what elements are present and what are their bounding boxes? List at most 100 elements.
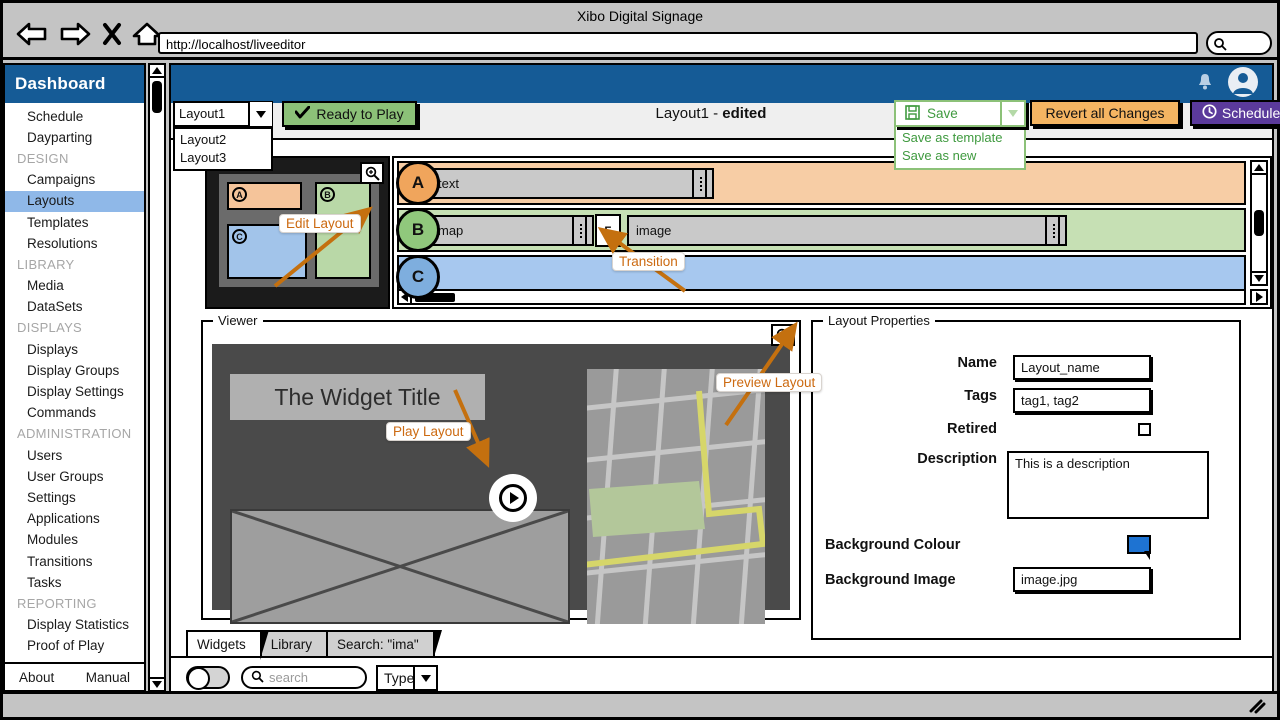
sidebar-item-datasets[interactable]: DataSets <box>5 297 144 318</box>
description-textarea[interactable]: This is a description <box>1007 451 1209 519</box>
layout-option[interactable]: Layout2 <box>175 131 271 149</box>
revert-all-changes-button[interactable]: Revert all Changes <box>1030 100 1180 126</box>
tab-widgets[interactable]: Widgets <box>186 630 262 656</box>
sidebar-item-tasks[interactable]: Tasks <box>5 572 144 593</box>
sidebar-item-templates[interactable]: Templates <box>5 212 144 233</box>
save-button[interactable]: Save <box>894 100 1026 127</box>
sidebar-item-modules[interactable]: Modules <box>5 530 144 551</box>
zoom-in-icon[interactable] <box>360 162 384 184</box>
tab-label: Widgets <box>197 637 246 652</box>
name-input[interactable]: Layout_name <box>1013 355 1151 380</box>
layout-properties-legend: Layout Properties <box>823 313 935 328</box>
user-avatar-icon[interactable] <box>1226 65 1260 104</box>
retired-checkbox[interactable] <box>1138 423 1151 436</box>
sidebar-item-display-settings[interactable]: Display Settings <box>5 381 144 402</box>
scroll-up-arrow-icon[interactable] <box>150 65 164 78</box>
browser-search-box[interactable] <box>1206 31 1272 55</box>
sidebar-item-display-groups[interactable]: Display Groups <box>5 360 144 381</box>
scrollbar-thumb[interactable] <box>1254 210 1264 236</box>
sidebar-scrollbar[interactable] <box>148 63 166 692</box>
sidebar-item-schedule[interactable]: Schedule <box>5 106 144 127</box>
timeline-widget-resize-handle[interactable] <box>1045 215 1065 246</box>
back-arrow-icon[interactable] <box>15 21 49 47</box>
sidebar-item-media[interactable]: Media <box>5 276 144 297</box>
timeline-widget[interactable]: image <box>627 215 1067 246</box>
timeline-row-b[interactable]: Bmap image5 <box>397 208 1246 252</box>
page-title-state: edited <box>722 105 766 122</box>
tab-search[interactable]: Search: "ima" <box>326 630 435 656</box>
field-name: Name Layout_name <box>813 355 1151 380</box>
bell-icon[interactable] <box>1196 72 1214 96</box>
timeline-row-a[interactable]: Atext <box>397 161 1246 205</box>
viewer-canvas[interactable]: The Widget Title <box>212 344 790 610</box>
layout-option[interactable]: Layout3 <box>175 149 271 167</box>
scroll-down-arrow-icon[interactable] <box>1252 271 1266 284</box>
region-circle-a[interactable]: A <box>396 161 440 205</box>
sidebar-item-displays[interactable]: Displays <box>5 339 144 360</box>
sidebar-item-transitions[interactable]: Transitions <box>5 551 144 572</box>
background-image-input[interactable]: image.jpg <box>1013 567 1151 592</box>
menu-item-save-as-new[interactable]: Save as new <box>896 147 1024 165</box>
manual-link[interactable]: Manual <box>86 670 130 685</box>
sidebar-item-proof-of-play[interactable]: Proof of Play <box>5 636 144 657</box>
sidebar-item-display-statistics[interactable]: Display Statistics <box>5 615 144 636</box>
timeline-rows: AtextBmapimage5C <box>397 161 1246 302</box>
forward-arrow-icon[interactable] <box>58 21 92 47</box>
chevron-down-icon[interactable] <box>413 666 437 690</box>
resize-grip-icon[interactable] <box>1247 698 1267 719</box>
sidebar-group-administration: ADMINISTRATION <box>5 424 144 445</box>
bottom-tabs: Widgets Library Search: "ima" <box>186 630 433 656</box>
play-button-icon[interactable] <box>489 474 537 522</box>
field-tags: Tags tag1, tag2 <box>813 388 1151 413</box>
app-header-bar <box>171 65 1272 103</box>
schedule-now-button[interactable]: Schedule Now <box>1190 100 1280 126</box>
tags-input[interactable]: tag1, tag2 <box>1013 388 1151 413</box>
timeline-widget[interactable]: text <box>429 168 714 199</box>
timeline-widget-label: map <box>438 223 463 238</box>
sidebar-item-layouts[interactable]: Layouts <box>5 191 144 212</box>
region-circle-c[interactable]: C <box>396 255 440 299</box>
scrollbar-thumb[interactable] <box>152 81 162 113</box>
chevron-down-icon[interactable] <box>248 102 272 126</box>
menu-item-save-as-template[interactable]: Save as template <box>896 129 1024 147</box>
navigator-region-a[interactable]: A <box>227 182 302 210</box>
type-select[interactable]: Type <box>376 665 438 691</box>
widgets-toggle[interactable] <box>186 666 230 689</box>
sidebar-item-users[interactable]: Users <box>5 445 144 466</box>
tab-library[interactable]: Library <box>260 630 328 656</box>
status-badge-ready-to-play[interactable]: Ready to Play <box>282 101 417 127</box>
sidebar-item-campaigns[interactable]: Campaigns <box>5 170 144 191</box>
timeline-widget-resize-handle[interactable] <box>692 168 712 199</box>
search-input[interactable]: search <box>241 666 367 689</box>
layout-select[interactable]: Layout1 <box>173 101 273 127</box>
scroll-up-arrow-icon[interactable] <box>1252 162 1266 175</box>
layout-select-options[interactable]: Layout2 Layout3 <box>173 127 273 171</box>
search-icon <box>251 670 264 686</box>
retired-label: Retired <box>813 421 1013 437</box>
scroll-down-arrow-icon[interactable] <box>150 677 164 690</box>
url-input[interactable]: http://localhost/liveeditor <box>158 32 1198 54</box>
region-circle-b[interactable]: B <box>396 208 440 252</box>
timeline-horizontal-scrollbar[interactable] <box>397 289 1246 305</box>
preview-zoom-in-icon[interactable] <box>771 324 795 346</box>
timeline-widget[interactable]: map <box>429 215 594 246</box>
widget-title-preview: The Widget Title <box>230 374 485 420</box>
timeline-vertical-scrollbar[interactable] <box>1250 160 1268 286</box>
sidebar-item-commands[interactable]: Commands <box>5 403 144 424</box>
close-x-icon[interactable] <box>101 21 123 47</box>
sidebar-item-resolutions[interactable]: Resolutions <box>5 233 144 254</box>
background-colour-swatch[interactable] <box>1127 535 1151 554</box>
transition-chip[interactable]: 5 <box>595 214 621 247</box>
sidebar-item-settings[interactable]: Settings <box>5 487 144 508</box>
scroll-right-arrow-icon[interactable] <box>1250 289 1268 305</box>
field-description: Description This is a description <box>813 451 1209 519</box>
save-dropdown-menu[interactable]: Save as template Save as new <box>894 127 1026 170</box>
sidebar-item-applications[interactable]: Applications <box>5 509 144 530</box>
callout-preview-layout: Preview Layout <box>716 373 822 392</box>
sidebar-item-user-groups[interactable]: User Groups <box>5 466 144 487</box>
about-link[interactable]: About <box>19 670 54 685</box>
window-title: Xibo Digital Signage <box>3 8 1277 24</box>
chevron-down-icon[interactable] <box>1000 102 1024 125</box>
timeline-widget-resize-handle[interactable] <box>572 215 592 246</box>
sidebar-item-dayparting[interactable]: Dayparting <box>5 127 144 148</box>
